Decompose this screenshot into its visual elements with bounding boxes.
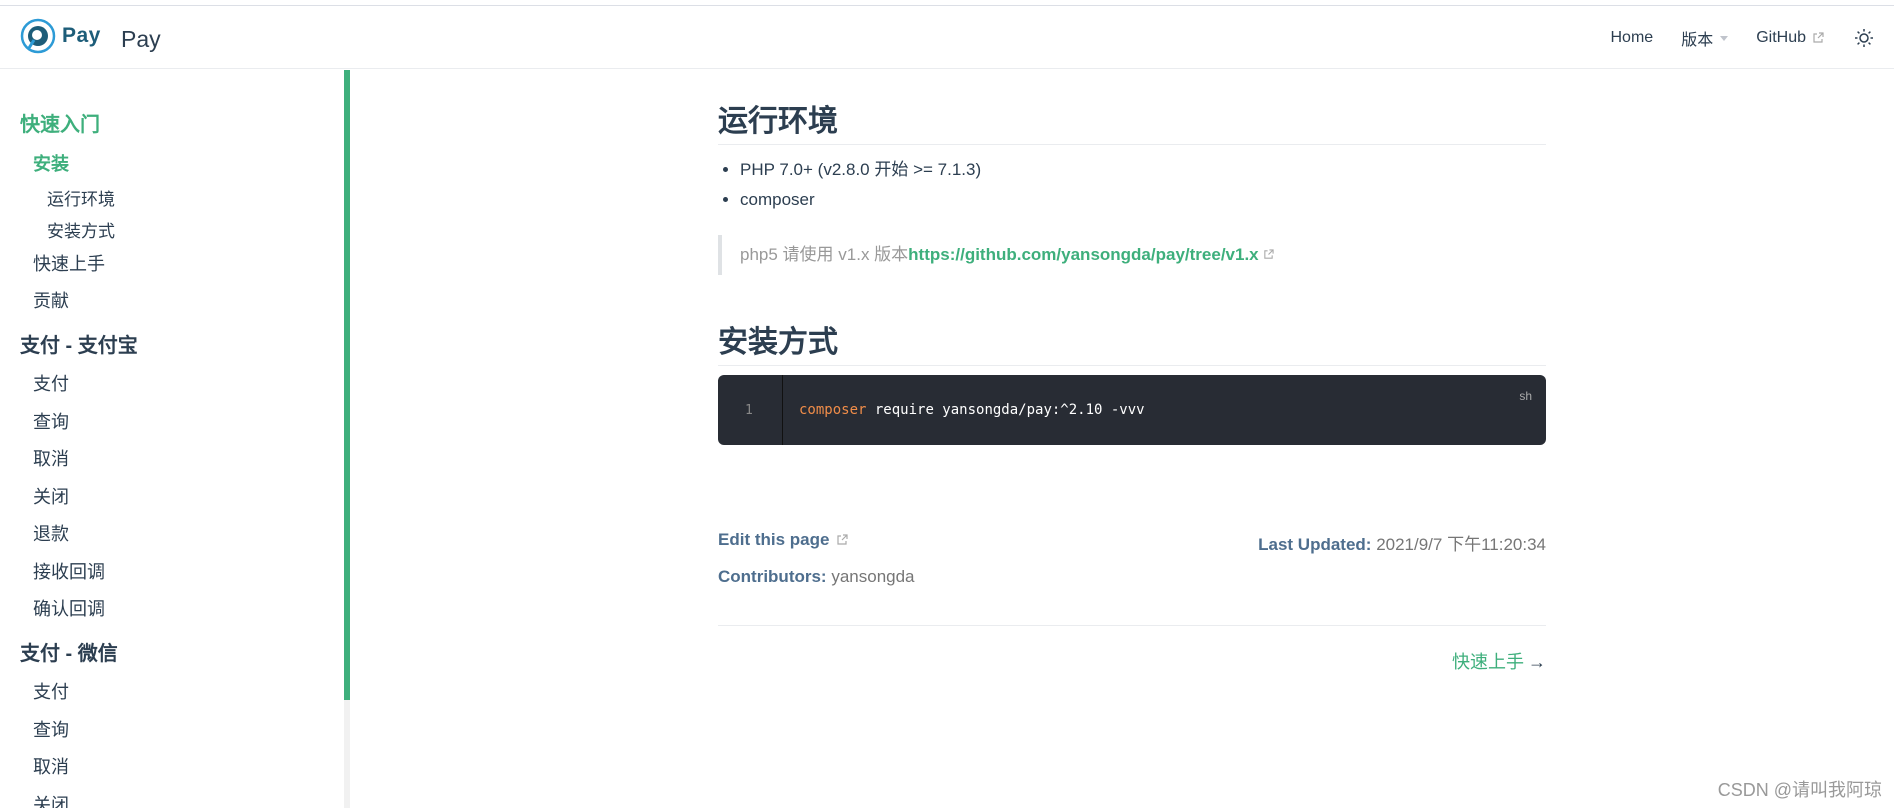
code-language-label: sh <box>1519 389 1532 403</box>
nav-links: Home 版本 GitHub <box>1583 6 1875 69</box>
pay-logo-icon <box>20 18 56 54</box>
code-args: require yansongda/pay:^2.10 -vvv <box>866 402 1145 418</box>
sidebar-item-wechat-cancel[interactable]: 取消 <box>33 753 69 779</box>
sidebar-item-alipay-notify[interactable]: 接收回调 <box>33 558 105 584</box>
nav-home-label: Home <box>1610 28 1654 46</box>
list-item: composer <box>740 190 981 210</box>
navbar: Pay Pay Home 版本 GitHub <box>0 6 1894 69</box>
sidebar-item-wechat-close[interactable]: 关闭 <box>33 791 69 808</box>
external-link-icon <box>1813 31 1824 43</box>
code-command: composer <box>799 402 867 418</box>
next-page-label: 快速上手 <box>1452 652 1524 672</box>
sidebar-item-wechat-pay[interactable]: 支付 <box>33 678 69 704</box>
sidebar-item-method[interactable]: 安装方式 <box>47 217 115 242</box>
sidebar-item-wechat-query[interactable]: 查询 <box>33 716 69 742</box>
sidebar-item-alipay-close[interactable]: 关闭 <box>33 483 69 509</box>
sun-icon <box>1855 28 1873 47</box>
edit-page-link[interactable]: Edit this page <box>718 530 849 550</box>
last-updated-value: 2021/9/7 下午11:20:34 <box>1376 535 1546 554</box>
edit-page-label: Edit this page <box>718 530 830 549</box>
last-updated: Last Updated: 2021/9/7 下午11:20:34 <box>1258 530 1546 555</box>
sidebar: 快速入门 安装 运行环境 安装方式 快速上手 贡献 支付 - 支付宝 支付 查询… <box>0 70 344 808</box>
logo[interactable]: Pay <box>20 18 101 54</box>
sidebar-group-quickstart[interactable]: 快速入门 <box>20 108 100 137</box>
sidebar-item-alipay-query[interactable]: 查询 <box>33 408 69 434</box>
external-link-icon <box>837 534 849 545</box>
sidebar-item-env[interactable]: 运行环境 <box>47 185 115 210</box>
v1-repo-link[interactable]: https://github.com/yansongda/pay/tree/v1… <box>908 245 1258 264</box>
site-title[interactable]: Pay <box>121 26 161 53</box>
code-gutter: 1 <box>718 375 783 445</box>
nav-version-dropdown[interactable]: 版本 <box>1681 26 1729 50</box>
section-title-env: 运行环境 <box>718 96 1546 145</box>
next-page-link[interactable]: 快速上手 → <box>1452 648 1546 674</box>
contributors-label: Contributors: <box>718 567 827 586</box>
sidebar-item-alipay-confirm[interactable]: 确认回调 <box>33 595 105 621</box>
code-block[interactable]: 1 composer require yansongda/pay:^2.10 -… <box>718 375 1546 445</box>
theme-toggle-button[interactable] <box>1854 28 1874 48</box>
code-line: composer require yansongda/pay:^2.10 -vv… <box>799 402 1145 418</box>
sidebar-item-alipay-pay[interactable]: 支付 <box>33 370 69 396</box>
nav-github-label: GitHub <box>1756 28 1806 46</box>
nav-version-label: 版本 <box>1681 31 1714 49</box>
nav-github[interactable]: GitHub <box>1756 29 1824 47</box>
sidebar-group-wechat[interactable]: 支付 - 微信 <box>20 637 118 666</box>
sidebar-item-alipay-refund[interactable]: 退款 <box>33 520 69 546</box>
section-title-install: 安装方式 <box>718 317 1546 366</box>
sidebar-item-install[interactable]: 安装 <box>33 150 69 176</box>
list-item: PHP 7.0+ (v2.8.0 开始 >= 7.1.3) <box>740 160 981 180</box>
logo-text: Pay <box>62 24 101 47</box>
contributors-value: yansongda <box>831 567 915 586</box>
sidebar-item-contribute[interactable]: 贡献 <box>33 287 69 313</box>
requirements-list: PHP 7.0+ (v2.8.0 开始 >= 7.1.3) composer <box>718 160 981 220</box>
nav-home[interactable]: Home <box>1611 29 1654 47</box>
chevron-down-icon <box>1720 36 1729 41</box>
sidebar-item-alipay-cancel[interactable]: 取消 <box>33 445 69 471</box>
watermark: CSDN @请叫我阿琼 <box>1717 780 1882 800</box>
sidebar-group-alipay[interactable]: 支付 - 支付宝 <box>20 329 138 358</box>
sidebar-item-quickstart[interactable]: 快速上手 <box>33 250 105 276</box>
last-updated-label: Last Updated: <box>1258 535 1372 554</box>
note-text: php5 请使用 v1.x 版本 <box>740 245 909 264</box>
line-number: 1 <box>745 403 753 418</box>
note-blockquote: php5 请使用 v1.x 版本https://github.com/yanso… <box>718 235 1540 275</box>
external-link-icon <box>1264 249 1274 259</box>
sidebar-scrollbar-thumb[interactable] <box>344 70 350 700</box>
arrow-right-icon: → <box>1528 652 1546 672</box>
divider <box>718 625 1546 626</box>
contributors: Contributors: yansongda <box>718 567 915 587</box>
